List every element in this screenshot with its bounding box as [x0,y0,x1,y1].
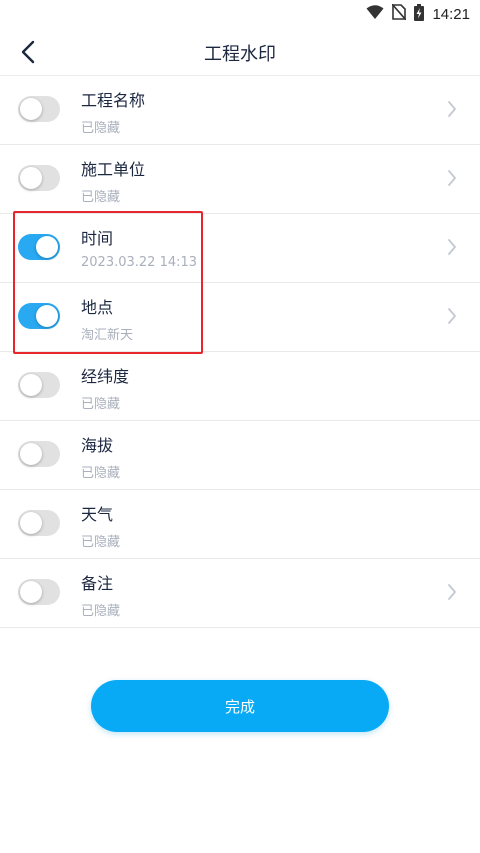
toggle-knob [20,374,42,396]
status-time: 14:21 [432,5,470,23]
setting-row-weather[interactable]: 天气 已隐藏 [0,490,480,559]
toggle-knob [20,98,42,120]
row-subtitle: 已隐藏 [81,397,121,412]
row-title: 工程名称 [81,91,146,110]
row-subtitle: 已隐藏 [81,121,121,136]
toggle-knob [20,581,42,603]
app-header: 工程水印 [0,28,480,76]
toggle-switch[interactable] [18,234,60,260]
row-title: 海拔 [81,436,114,455]
setting-row-project-name[interactable]: 工程名称 已隐藏 [0,76,480,145]
row-title: 天气 [81,505,114,524]
row-subtitle: 已隐藏 [81,466,121,481]
toggle-switch[interactable] [18,96,60,122]
row-title: 地点 [81,298,114,317]
no-sim-icon [391,3,408,24]
row-subtitle: 已隐藏 [81,190,121,205]
toggle-knob [20,512,42,534]
toggle-knob [20,167,42,189]
toggle-switch[interactable] [18,579,60,605]
row-title: 施工单位 [81,160,146,179]
battery-charging-icon [414,3,425,25]
toggle-switch[interactable] [18,510,60,536]
toggle-knob [20,443,42,465]
toggle-knob [36,236,58,258]
row-subtitle: 淘汇新天 [81,328,134,343]
setting-row-altitude[interactable]: 海拔 已隐藏 [0,421,480,490]
chevron-right-icon [448,170,456,186]
status-bar: 14:21 [0,0,480,28]
setting-row-location[interactable]: 地点 淘汇新天 [0,283,480,352]
setting-row-coordinates[interactable]: 经纬度 已隐藏 [0,352,480,421]
toggle-knob [36,305,58,327]
row-title: 时间 [81,229,114,248]
row-subtitle: 已隐藏 [81,535,121,550]
wifi-icon [366,4,384,24]
toggle-switch[interactable] [18,372,60,398]
row-subtitle: 2023.03.22 14:13 [81,255,198,270]
page-title: 工程水印 [204,44,276,65]
settings-list: 工程名称 已隐藏 施工单位 已隐藏 时间 2023.03.22 14:13 地点… [0,76,480,628]
setting-row-time[interactable]: 时间 2023.03.22 14:13 [0,214,480,283]
toggle-switch[interactable] [18,165,60,191]
done-button[interactable]: 完成 [91,680,389,732]
chevron-right-icon [448,308,456,324]
row-title: 经纬度 [81,367,130,386]
status-icons: 14:21 [366,3,470,25]
setting-row-remarks[interactable]: 备注 已隐藏 [0,559,480,628]
toggle-switch[interactable] [18,441,60,467]
row-title: 备注 [81,574,114,593]
chevron-right-icon [448,101,456,117]
chevron-right-icon [448,584,456,600]
chevron-right-icon [448,239,456,255]
row-subtitle: 已隐藏 [81,604,121,619]
toggle-switch[interactable] [18,303,60,329]
setting-row-construction-unit[interactable]: 施工单位 已隐藏 [0,145,480,214]
